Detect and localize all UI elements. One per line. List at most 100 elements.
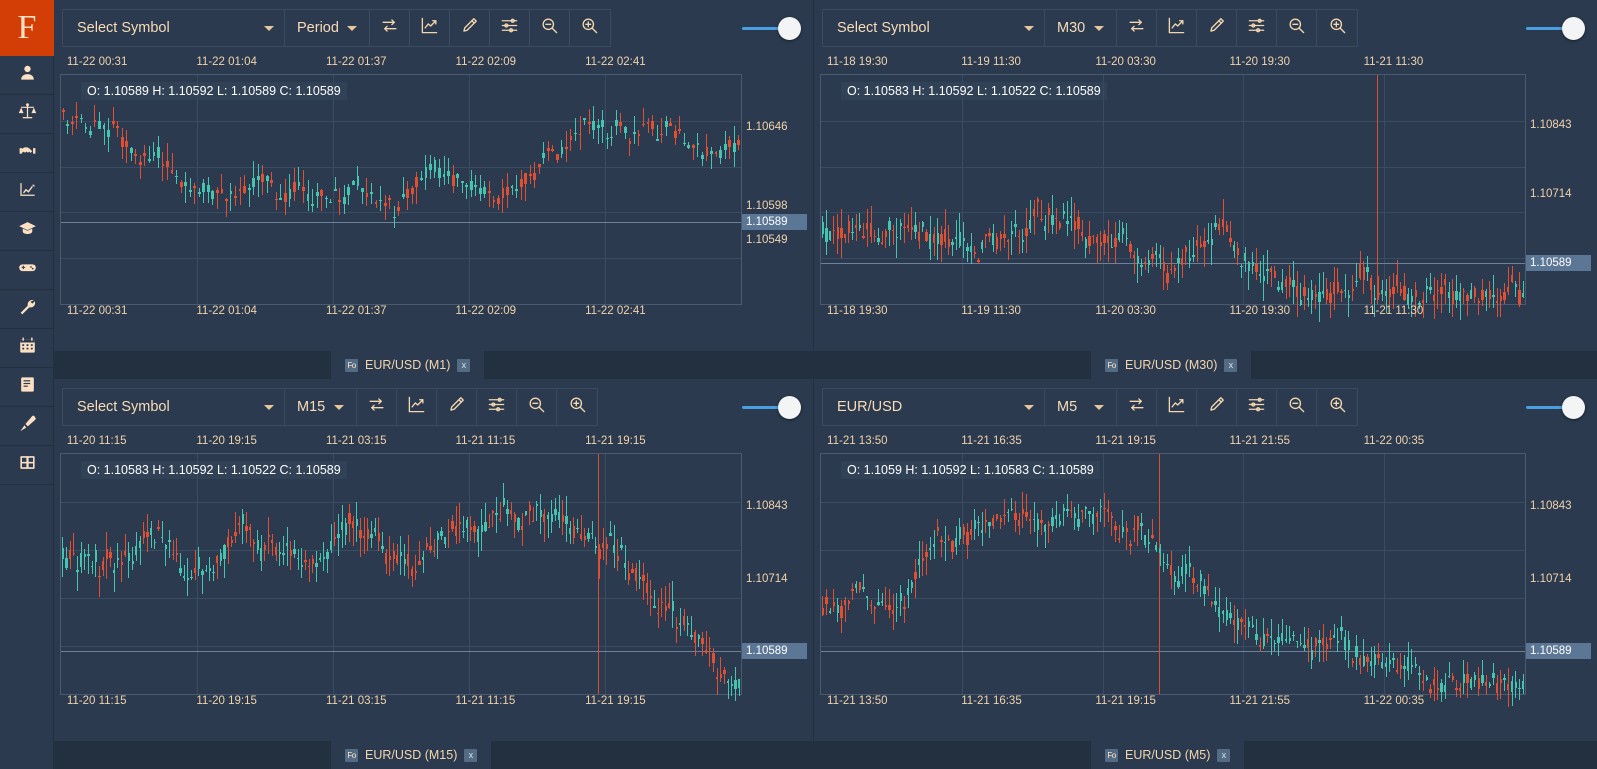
close-icon[interactable]: x — [1217, 748, 1231, 762]
swap-button[interactable] — [370, 9, 410, 47]
chart-tab[interactable]: Fo EUR/USD (M5) x — [1091, 741, 1245, 769]
sidebar-item-tools[interactable] — [0, 290, 54, 329]
chart-tab-label: EUR/USD (M15) — [365, 748, 458, 762]
candle — [1029, 454, 1032, 694]
period-select[interactable]: M30 — [1045, 9, 1117, 47]
chart-line-up-button[interactable] — [1157, 9, 1197, 47]
sidebar-item-analytics[interactable] — [0, 173, 54, 212]
zoom-in-button[interactable] — [570, 9, 610, 47]
symbol-select[interactable]: Select Symbol — [63, 388, 285, 426]
candle — [447, 75, 450, 304]
pencil-button[interactable] — [450, 9, 490, 47]
candle — [306, 75, 310, 304]
symbol-select[interactable]: Select Symbol — [823, 9, 1045, 47]
chart-tab[interactable]: Fo EUR/USD (M1) x — [331, 351, 485, 379]
zoom-in-button[interactable] — [1317, 388, 1357, 426]
plot-area[interactable]: O: 1.1059 H: 1.10592 L: 1.10583 C: 1.105… — [820, 453, 1526, 708]
close-icon[interactable]: x — [464, 748, 478, 762]
candle — [836, 454, 839, 694]
zoom-out-button[interactable] — [1277, 9, 1317, 47]
panel-toggle[interactable] — [742, 395, 801, 419]
candle — [322, 454, 325, 694]
swap-button[interactable] — [1117, 9, 1157, 47]
candle — [252, 75, 256, 304]
panel-toggle[interactable] — [742, 16, 801, 40]
candle — [1166, 75, 1169, 304]
app-logo[interactable]: F — [0, 0, 54, 56]
candle — [988, 454, 991, 694]
candle — [1032, 75, 1036, 304]
chart-tab[interactable]: Fo EUR/USD (M30) x — [1091, 351, 1252, 379]
candle — [142, 454, 145, 694]
chart-area[interactable]: 11-22 00:31 11-22 01:04 11-22 01:37 11-22 0… — [54, 56, 813, 351]
swap-button[interactable] — [1117, 388, 1157, 426]
candle — [1518, 454, 1521, 700]
chart-tab-label: EUR/USD (M1) — [365, 358, 451, 372]
sliders-button[interactable] — [477, 388, 517, 426]
zoom-in-button[interactable] — [557, 388, 597, 426]
period-select[interactable]: Period — [285, 9, 370, 47]
zoom-out-button[interactable] — [1277, 388, 1317, 426]
pencil-button[interactable] — [1197, 388, 1237, 426]
chart-line-up-button[interactable] — [397, 388, 437, 426]
sidebar-item-themes[interactable] — [0, 407, 54, 446]
sidebar-item-layout[interactable] — [0, 446, 54, 485]
sidebar-item-account[interactable] — [0, 56, 54, 95]
plot-area[interactable]: O: 1.10583 H: 1.10592 L: 1.10522 C: 1.10… — [820, 74, 1526, 322]
sliders-button[interactable] — [1237, 388, 1277, 426]
candle — [65, 454, 68, 694]
candle — [466, 454, 469, 694]
candle — [847, 454, 850, 694]
chart-tab[interactable]: Fo EUR/USD (M15) x — [331, 741, 492, 769]
x-tick-label: 11-21 19:15 — [1095, 435, 1156, 447]
close-icon[interactable]: x — [1224, 358, 1238, 372]
panel-toggle[interactable] — [1526, 395, 1585, 419]
sidebar-item-reports[interactable] — [0, 368, 54, 407]
sliders-button[interactable] — [490, 9, 530, 47]
sidebar-item-contests[interactable] — [0, 251, 54, 290]
sidebar-item-education[interactable] — [0, 212, 54, 251]
plot-area[interactable]: O: 1.10589 H: 1.10592 L: 1.10589 C: 1.10… — [60, 74, 742, 305]
chart-line-up-button[interactable] — [1157, 388, 1197, 426]
zoom-out-button[interactable] — [517, 388, 557, 426]
candle — [1177, 454, 1180, 694]
candle — [447, 454, 450, 694]
candle — [1006, 75, 1010, 304]
symbol-select[interactable]: EUR/USD — [823, 388, 1045, 426]
candle — [1092, 454, 1095, 694]
chart-area[interactable]: 11-21 13:50 11-21 16:35 11-21 19:15 11-21 2… — [814, 435, 1597, 741]
candle — [1262, 75, 1265, 304]
period-select[interactable]: M5 — [1045, 388, 1117, 426]
candle — [383, 75, 387, 304]
close-icon[interactable]: x — [457, 358, 471, 372]
symbol-select[interactable]: Select Symbol — [63, 9, 285, 47]
candle — [1392, 75, 1395, 309]
candle — [1084, 75, 1088, 304]
candle — [1144, 454, 1147, 694]
x-tick-label: 11-21 13:50 — [827, 435, 888, 447]
candle — [396, 454, 399, 694]
plot-area[interactable]: O: 1.10583 H: 1.10592 L: 1.10522 C: 1.10… — [60, 453, 742, 702]
candle — [1421, 454, 1425, 694]
zoom-out-button[interactable] — [530, 9, 570, 47]
candle — [592, 75, 596, 304]
sidebar-item-balance[interactable] — [0, 95, 54, 134]
candle — [862, 75, 865, 304]
chart-area[interactable]: 11-20 11:15 11-20 19:15 11-21 03:15 11-21 1… — [54, 435, 813, 741]
candle — [1114, 75, 1117, 304]
period-select[interactable]: M15 — [285, 388, 357, 426]
chart-line-up-button[interactable] — [410, 9, 450, 47]
chart-area[interactable]: 11-18 19:30 11-19 11:30 11-20 03:30 11-20 1… — [814, 56, 1597, 351]
pencil-button[interactable] — [1197, 9, 1237, 47]
sliders-button[interactable] — [1237, 9, 1277, 47]
candle — [1392, 454, 1395, 694]
sidebar-item-partners[interactable] — [0, 134, 54, 173]
panel-toggle[interactable] — [1526, 16, 1585, 40]
candle — [465, 75, 469, 304]
candle — [532, 454, 535, 694]
sidebar-item-calendar[interactable] — [0, 329, 54, 368]
zoom-in-button[interactable] — [1317, 9, 1357, 47]
swap-button[interactable] — [357, 388, 397, 426]
candle — [84, 75, 88, 304]
pencil-button[interactable] — [437, 388, 477, 426]
